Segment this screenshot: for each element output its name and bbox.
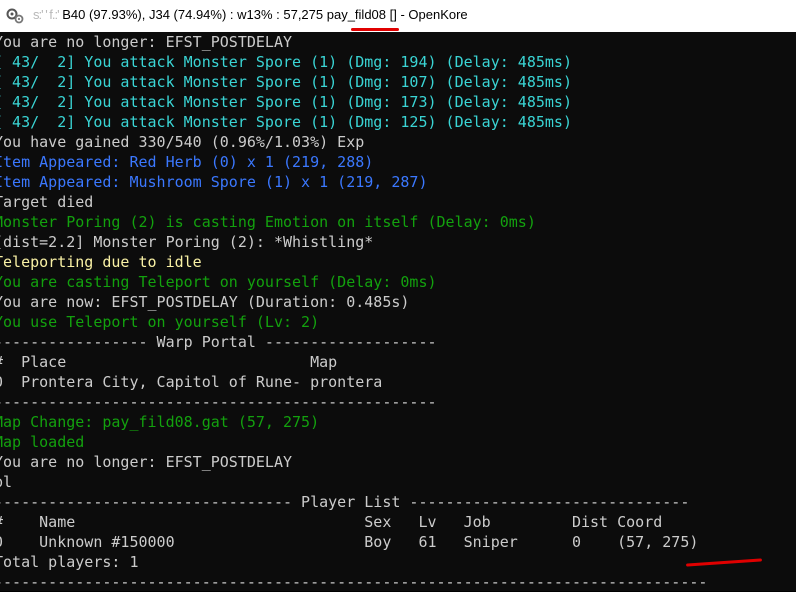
console-line: Map loaded bbox=[0, 433, 85, 451]
console-line: ----------------- Warp Portal ----------… bbox=[0, 333, 437, 351]
console-line: # Place Map bbox=[0, 353, 338, 371]
window-title-text: B40 (97.93%), J34 (74.94%) : w13% : 57,2… bbox=[62, 7, 468, 22]
console-line: pl bbox=[0, 473, 13, 491]
console-line: 0 Prontera City, Capitol of Rune- pronte… bbox=[0, 373, 383, 391]
console-line: [ 43/ 2] You attack Monster Spore (1) (D… bbox=[0, 73, 572, 91]
annotation-underline-title bbox=[351, 28, 399, 31]
console-line: # Name Sex Lv Job Dist Coord bbox=[0, 513, 663, 531]
console-line: --------------------------------- Player… bbox=[0, 493, 690, 511]
console-line: Item Appeared: Red Herb (0) x 1 (219, 28… bbox=[0, 153, 374, 171]
console-line: Teleporting due to idle bbox=[0, 253, 202, 271]
window-title-blurred: s:' ' f.:' bbox=[33, 7, 60, 22]
console-line: Total players: 1 bbox=[0, 553, 139, 571]
openkore-gear-icon bbox=[6, 8, 24, 24]
console-line: Target died bbox=[0, 193, 94, 211]
console-line: Map Change: pay_fild08.gat (57, 275) bbox=[0, 413, 320, 431]
console-line: You are no longer: EFST_POSTDELAY bbox=[0, 453, 293, 471]
console-line: Monster Poring (2) is casting Emotion on… bbox=[0, 213, 536, 231]
window-title: s:' ' f.:' B40 (97.93%), J34 (74.94%) : … bbox=[33, 7, 468, 22]
console-line: You are now: EFST_POSTDELAY (Duration: 0… bbox=[0, 293, 410, 311]
console-line: You use Teleport on yourself (Lv: 2) bbox=[0, 313, 320, 331]
console-line: [ 43/ 2] You attack Monster Spore (1) (D… bbox=[0, 113, 572, 131]
console-line: 0 Unknown #150000 Boy 61 Sniper 0 (57, 2… bbox=[0, 533, 699, 551]
console-line: [ 43/ 2] You attack Monster Spore (1) (D… bbox=[0, 53, 572, 71]
console-line: [ 43/ 2] You attack Monster Spore (1) (D… bbox=[0, 93, 572, 111]
console-line: You are casting Teleport on yourself (De… bbox=[0, 273, 437, 291]
console-line: [dist=2.2] Monster Poring (2): *Whistlin… bbox=[0, 233, 374, 251]
console-line: ----------------------------------------… bbox=[0, 393, 437, 411]
console-line: You have gained 330/540 (0.96%/1.03%) Ex… bbox=[0, 133, 365, 151]
console-line: ----------------------------------------… bbox=[0, 573, 708, 591]
console-line: Item Appeared: Mushroom Spore (1) x 1 (2… bbox=[0, 173, 428, 191]
console-line: You are no longer: EFST_POSTDELAY bbox=[0, 33, 293, 51]
console-output[interactable]: You are no longer: EFST_POSTDELAY [ 43/ 2… bbox=[0, 32, 796, 591]
